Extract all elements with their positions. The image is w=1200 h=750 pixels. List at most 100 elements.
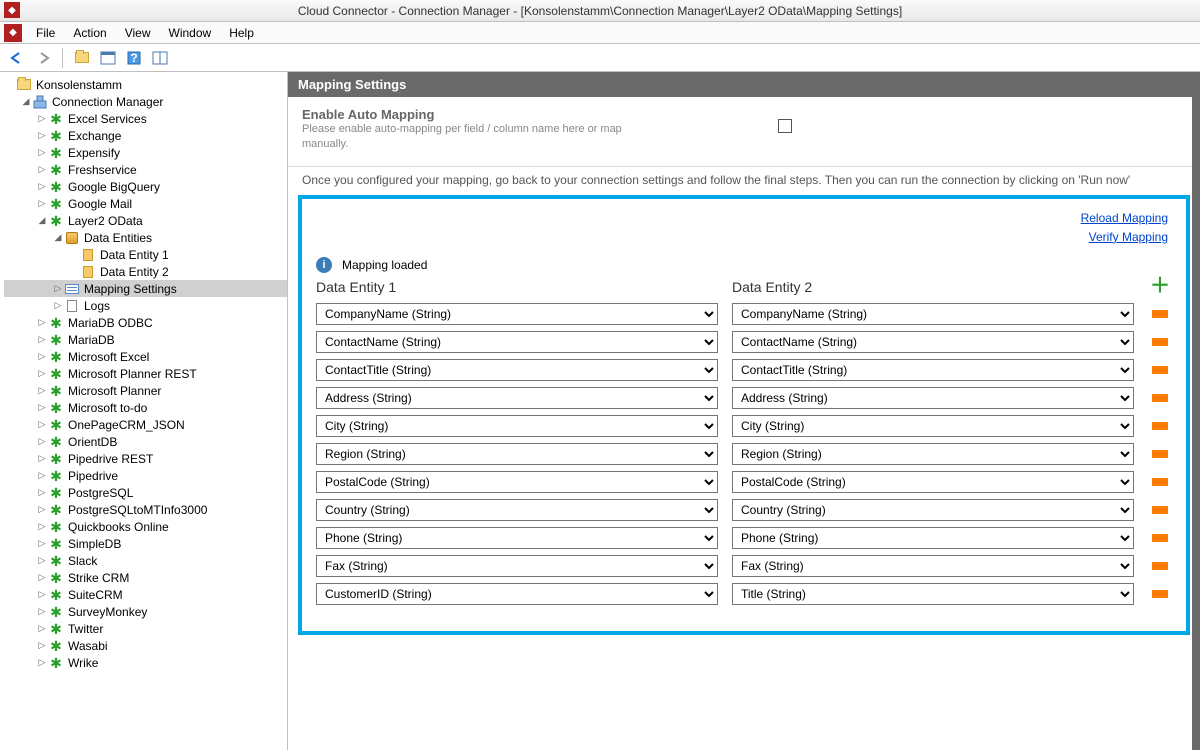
right-field-select[interactable]: Region (String) bbox=[732, 443, 1134, 465]
tree-connection[interactable]: ▷✱MariaDB ODBC bbox=[4, 314, 287, 331]
right-field-select[interactable]: ContactTitle (String) bbox=[732, 359, 1134, 381]
tree-connection[interactable]: ▷✱Microsoft Planner bbox=[4, 382, 287, 399]
tree-connection[interactable]: ▷✱OnePageCRM_JSON bbox=[4, 416, 287, 433]
remove-mapping-button[interactable] bbox=[1152, 590, 1168, 598]
tree-connection[interactable]: ▷✱SurveyMonkey bbox=[4, 603, 287, 620]
tree-connection[interactable]: ▷✱Microsoft Planner REST bbox=[4, 365, 287, 382]
tree-connection[interactable]: ▷✱Exchange bbox=[4, 127, 287, 144]
tree-connection[interactable]: ▷✱SuiteCRM bbox=[4, 586, 287, 603]
nav-tree[interactable]: Konsolenstamm◢Connection Manager▷✱Excel … bbox=[0, 72, 288, 750]
tree-connection[interactable]: ▷✱Slack bbox=[4, 552, 287, 569]
tree-connection[interactable]: ▷✱Wasabi bbox=[4, 637, 287, 654]
auto-mapping-checkbox[interactable] bbox=[778, 119, 792, 133]
tree-connection[interactable]: ▷✱Twitter bbox=[4, 620, 287, 637]
tree-connection[interactable]: ▷✱OrientDB bbox=[4, 433, 287, 450]
tree-connection[interactable]: ▷✱PostgreSQLtoMTInfo3000 bbox=[4, 501, 287, 518]
remove-mapping-button[interactable] bbox=[1152, 394, 1168, 402]
reload-mapping-link[interactable]: Reload Mapping bbox=[1081, 209, 1168, 228]
tree-connection[interactable]: ▷✱Expensify bbox=[4, 144, 287, 161]
right-field-select[interactable]: Title (String) bbox=[732, 583, 1134, 605]
tree-item-label: Expensify bbox=[66, 146, 122, 160]
tree-connection[interactable]: ▷✱Excel Services bbox=[4, 110, 287, 127]
tree-item-label: Microsoft Excel bbox=[66, 350, 151, 364]
tree-connection[interactable]: ▷✱SimpleDB bbox=[4, 535, 287, 552]
verify-mapping-link[interactable]: Verify Mapping bbox=[1081, 228, 1168, 247]
remove-mapping-button[interactable] bbox=[1152, 366, 1168, 374]
toolbar-window-button[interactable] bbox=[149, 47, 171, 69]
left-field-select[interactable]: City (String) bbox=[316, 415, 718, 437]
left-field-select[interactable]: Address (String) bbox=[316, 387, 718, 409]
left-field-select[interactable]: Fax (String) bbox=[316, 555, 718, 577]
tree-connection[interactable]: ▷✱Wrike bbox=[4, 654, 287, 671]
toolbar-help-button[interactable]: ? bbox=[123, 47, 145, 69]
right-field-select[interactable]: Country (String) bbox=[732, 499, 1134, 521]
remove-mapping-button[interactable] bbox=[1152, 338, 1168, 346]
menu-help[interactable]: Help bbox=[221, 24, 262, 42]
menu-window[interactable]: Window bbox=[161, 24, 220, 42]
menu-view[interactable]: View bbox=[117, 24, 159, 42]
tree-connection-manager[interactable]: ◢Connection Manager bbox=[4, 93, 287, 110]
right-field-select[interactable]: City (String) bbox=[732, 415, 1134, 437]
app-icon-small: ◆ bbox=[4, 24, 22, 42]
remove-mapping-button[interactable] bbox=[1152, 534, 1168, 542]
left-field-select[interactable]: Country (String) bbox=[316, 499, 718, 521]
info-icon: i bbox=[316, 257, 332, 273]
mapping-status: Mapping loaded bbox=[342, 258, 427, 272]
remove-mapping-button[interactable] bbox=[1152, 562, 1168, 570]
left-field-select[interactable]: CustomerID (String) bbox=[316, 583, 718, 605]
right-field-select[interactable]: Phone (String) bbox=[732, 527, 1134, 549]
tree-item-label: Quickbooks Online bbox=[66, 520, 171, 534]
add-mapping-button[interactable]: ＋ bbox=[1150, 279, 1170, 297]
right-field-select[interactable]: ContactName (String) bbox=[732, 331, 1134, 353]
tree-connection[interactable]: ▷✱PostgreSQL bbox=[4, 484, 287, 501]
remove-mapping-button[interactable] bbox=[1152, 478, 1168, 486]
remove-mapping-button[interactable] bbox=[1152, 422, 1168, 430]
right-field-select[interactable]: CompanyName (String) bbox=[732, 303, 1134, 325]
mapping-row: Phone (String) Phone (String) bbox=[316, 527, 1172, 549]
remove-mapping-button[interactable] bbox=[1152, 450, 1168, 458]
tree-mapping-settings[interactable]: ▷Mapping Settings bbox=[4, 280, 287, 297]
left-field-select[interactable]: ContactTitle (String) bbox=[316, 359, 718, 381]
toolbar-view-button[interactable] bbox=[97, 47, 119, 69]
tree-item-label: MariaDB bbox=[66, 333, 117, 347]
tree-connection[interactable]: ▷✱Quickbooks Online bbox=[4, 518, 287, 535]
tree-root[interactable]: Konsolenstamm bbox=[4, 76, 287, 93]
tree-data-entities[interactable]: ◢Data Entities bbox=[4, 229, 287, 246]
tree-connection[interactable]: ▷✱Strike CRM bbox=[4, 569, 287, 586]
tree-connection[interactable]: ▷✱Microsoft Excel bbox=[4, 348, 287, 365]
right-field-select[interactable]: PostalCode (String) bbox=[732, 471, 1134, 493]
left-field-select[interactable]: Region (String) bbox=[316, 443, 718, 465]
nav-back-button[interactable] bbox=[6, 47, 28, 69]
tree-entity[interactable]: Data Entity 1 bbox=[4, 246, 287, 263]
tree-connection[interactable]: ▷✱Microsoft to-do bbox=[4, 399, 287, 416]
app-icon: ◆ bbox=[4, 2, 20, 18]
tree-item-label: Google BigQuery bbox=[66, 180, 162, 194]
mapping-row: Fax (String) Fax (String) bbox=[316, 555, 1172, 577]
tree-connection[interactable]: ▷✱Freshservice bbox=[4, 161, 287, 178]
left-field-select[interactable]: Phone (String) bbox=[316, 527, 718, 549]
tree-entity[interactable]: Data Entity 2 bbox=[4, 263, 287, 280]
right-field-select[interactable]: Fax (String) bbox=[732, 555, 1134, 577]
toolbar-folder-button[interactable] bbox=[71, 47, 93, 69]
tree-item-label: PostgreSQLtoMTInfo3000 bbox=[66, 503, 209, 517]
right-field-select[interactable]: Address (String) bbox=[732, 387, 1134, 409]
menu-action[interactable]: Action bbox=[65, 24, 114, 42]
window-title: Cloud Connector - Connection Manager - [… bbox=[298, 4, 902, 18]
remove-mapping-button[interactable] bbox=[1152, 310, 1168, 318]
tree-logs[interactable]: ▷Logs bbox=[4, 297, 287, 314]
tree-layer2-odata[interactable]: ◢✱Layer2 OData bbox=[4, 212, 287, 229]
toolbar: ? bbox=[0, 44, 1200, 72]
tree-connection[interactable]: ▷✱MariaDB bbox=[4, 331, 287, 348]
tree-connection[interactable]: ▷✱Pipedrive REST bbox=[4, 450, 287, 467]
menu-file[interactable]: File bbox=[28, 24, 63, 42]
tree-connection[interactable]: ▷✱Google Mail bbox=[4, 195, 287, 212]
tree-item-label: Google Mail bbox=[66, 197, 134, 211]
left-field-select[interactable]: ContactName (String) bbox=[316, 331, 718, 353]
left-field-select[interactable]: CompanyName (String) bbox=[316, 303, 718, 325]
left-field-select[interactable]: PostalCode (String) bbox=[316, 471, 718, 493]
tree-connection[interactable]: ▷✱Google BigQuery bbox=[4, 178, 287, 195]
nav-forward-button[interactable] bbox=[32, 47, 54, 69]
tree-connection[interactable]: ▷✱Pipedrive bbox=[4, 467, 287, 484]
remove-mapping-button[interactable] bbox=[1152, 506, 1168, 514]
tree-item-label: OrientDB bbox=[66, 435, 119, 449]
